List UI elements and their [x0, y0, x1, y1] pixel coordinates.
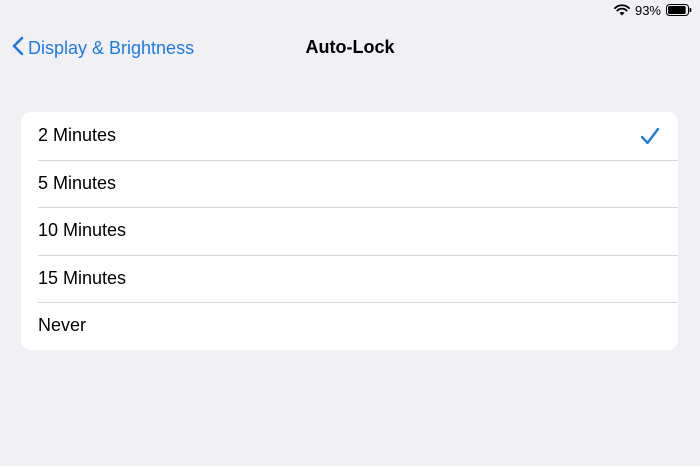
option-label: 15 Minutes	[38, 267, 127, 288]
option-label: Never	[38, 315, 87, 336]
option-label: 5 Minutes	[38, 172, 117, 193]
option-5-minutes[interactable]: 5 Minutes	[21, 159, 678, 208]
status-bar: 93%	[614, 0, 700, 20]
option-10-minutes[interactable]: 10 Minutes	[21, 207, 678, 255]
option-label: 2 Minutes	[38, 125, 117, 146]
option-2-minutes[interactable]: 2 Minutes	[21, 112, 678, 160]
option-15-minutes[interactable]: 15 Minutes	[21, 254, 678, 303]
checkmark-icon	[640, 127, 660, 145]
page-title: Auto-Lock	[305, 37, 395, 57]
battery-percent: 93%	[634, 2, 661, 18]
battery-level-fill	[668, 6, 686, 14]
option-never[interactable]: Never	[21, 302, 678, 350]
option-label: 10 Minutes	[38, 220, 127, 241]
battery-icon	[666, 4, 692, 16]
navigation-bar: Display & Brightness Auto-Lock	[0, 28, 700, 68]
auto-lock-options-list: 2 Minutes 5 Minutes 10 Minutes 15 Minute…	[21, 112, 678, 350]
wifi-icon	[614, 4, 630, 16]
